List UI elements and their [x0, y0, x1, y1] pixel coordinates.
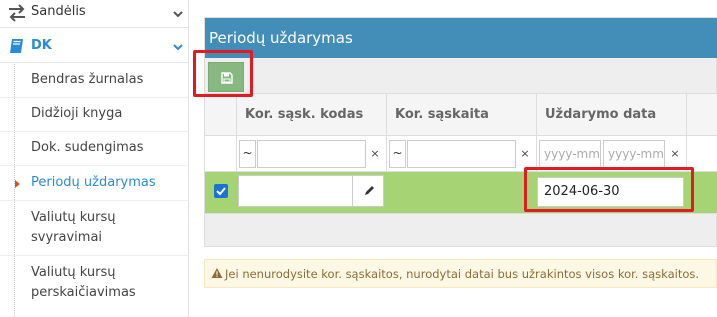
filter-date-from-input[interactable]: yyyy-mm — [539, 140, 601, 168]
row-select-checkbox[interactable] — [214, 184, 228, 198]
tree-line — [14, 201, 15, 255]
sidebar-item-label: Periodų uždarymas — [31, 175, 156, 190]
sidebar-item-label: svyravimai — [31, 230, 103, 245]
chevron-down-icon[interactable] — [172, 8, 184, 20]
sidebar-item-label: Didžioji knyga — [31, 106, 123, 121]
sidebar-item-label: DK — [31, 38, 52, 53]
warning-icon — [211, 268, 223, 278]
sidebar-item-label: Valiutų kursų — [31, 210, 116, 225]
filter-cell-empty — [205, 136, 237, 171]
filter-input-kor-saskaita[interactable] — [407, 140, 516, 168]
sidebar-item-valiutu-kursu-svyravimai[interactable]: Valiutų kursų svyravimai — [0, 201, 189, 256]
book-icon — [10, 39, 23, 53]
chevron-down-icon[interactable] — [172, 41, 184, 53]
filter-input-kor-sask-kodas[interactable] — [257, 140, 366, 168]
grid-header-row: Kor. sąsk. kodas Kor. sąskaita Uždarymo … — [205, 93, 717, 136]
sidebar-item-label: Bendras žurnalas — [31, 72, 144, 87]
column-header-label: Kor. sąskaita — [395, 107, 489, 122]
check-icon — [216, 187, 226, 196]
sidebar-item-didzioji-knyga[interactable]: Didžioji knyga — [0, 98, 189, 132]
filter-date-to-input[interactable]: yyyy-mm — [603, 140, 665, 168]
highlight-box-save — [193, 50, 253, 97]
sidebar-item-label: Valiutų kursų — [31, 265, 116, 280]
sidebar-item-label: Sandėlis — [31, 4, 86, 19]
sidebar-item-label: Dok. sudengimas — [31, 140, 144, 155]
sidebar: Sandėlis DK Bendras žurnalas Didžioji kn… — [0, 0, 189, 317]
caret-right-icon — [15, 180, 20, 188]
sidebar-item-periodu-uzdarymas[interactable]: Periodų uždarymas — [0, 166, 189, 201]
highlight-box-date — [524, 167, 694, 212]
filter-cell-kor-saskaita: ~ × — [387, 136, 537, 171]
tree-line — [14, 98, 15, 131]
tree-line — [14, 256, 15, 317]
filter-clear-button[interactable]: × — [518, 140, 532, 168]
sidebar-item-valiutu-kursu-perskaiciavimas[interactable]: Valiutų kursų perskaičiavimas — [0, 256, 189, 317]
filter-cell-uzdarymo-data: yyyy-mm yyyy-mm × — [537, 136, 687, 171]
pencil-icon — [365, 186, 374, 195]
sidebar-item-dk[interactable]: DK — [0, 29, 189, 63]
column-header-kor-saskaita[interactable]: Kor. sąskaita — [387, 94, 537, 136]
sidebar-item-bendras-zurnalas[interactable]: Bendras žurnalas — [0, 64, 189, 98]
sidebar-item-dok-sudengimas[interactable]: Dok. sudengimas — [0, 132, 189, 166]
filter-clear-button[interactable]: × — [668, 140, 682, 168]
sidebar-item-sandelis[interactable]: Sandėlis — [0, 0, 189, 28]
column-header-uzdarymo-data[interactable]: Uždarymo data — [537, 94, 687, 136]
sidebar-item-label: perskaičiavimas — [31, 285, 136, 300]
filter-cell-kor-sask-kodas: ~ × — [237, 136, 387, 171]
panel-header: Periodų uždarymas — [205, 18, 717, 58]
column-header-label: Uždarymo data — [545, 107, 657, 122]
tree-line — [14, 132, 15, 165]
column-header-label: Kor. sąsk. kodas — [245, 107, 364, 122]
warning-alert: Jei nenurodysite kor. sąskaitos, nurodyt… — [204, 259, 717, 288]
filter-clear-button[interactable]: × — [368, 140, 382, 168]
select-column-header — [205, 94, 237, 136]
alert-text: Jei nenurodysite kor. sąskaitos, nurodyt… — [225, 267, 700, 281]
edit-button[interactable] — [352, 175, 384, 207]
filter-operator-button[interactable]: ~ — [389, 140, 406, 168]
period-closing-panel: Periodų uždarymas Kor. sąsk. kodas Kor. … — [204, 17, 717, 247]
tree-line — [14, 64, 15, 97]
exchange-icon — [9, 4, 25, 22]
filter-operator-button[interactable]: ~ — [239, 140, 256, 168]
page-title: Periodų uždarymas — [209, 29, 353, 47]
column-header-kor-sask-kodas[interactable]: Kor. sąsk. kodas — [237, 94, 387, 136]
